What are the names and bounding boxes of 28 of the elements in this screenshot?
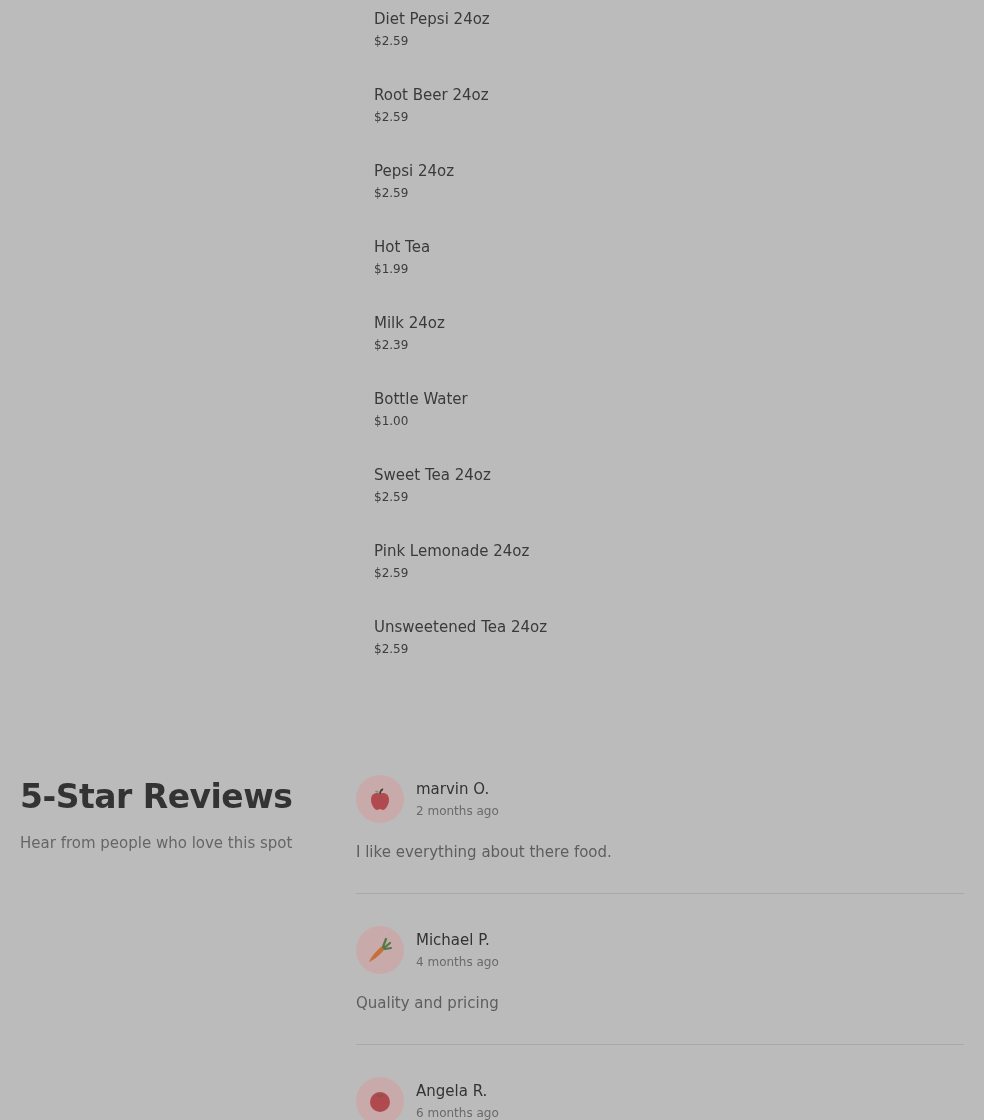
menu-item-name[interactable]: Sweet Tea 24oz bbox=[374, 466, 491, 484]
menu-item-price: $2.59 bbox=[374, 34, 409, 48]
reviewer-name: Angela R. bbox=[416, 1082, 488, 1100]
review-time: 4 months ago bbox=[416, 955, 499, 969]
menu-item-name[interactable]: Milk 24oz bbox=[374, 314, 445, 332]
review-time: 2 months ago bbox=[416, 804, 499, 818]
menu-item-name[interactable]: Pepsi 24oz bbox=[374, 162, 455, 180]
reviewer-name: marvin O. bbox=[416, 780, 490, 798]
menu-item-price: $2.39 bbox=[374, 338, 409, 352]
menu-item-price: $2.59 bbox=[374, 110, 409, 124]
review-text: Quality and pricing bbox=[356, 994, 499, 1012]
menu-item-name[interactable]: Root Beer 24oz bbox=[374, 86, 489, 104]
menu-item-price: $1.00 bbox=[374, 414, 409, 428]
menu-item-name[interactable]: Bottle Water bbox=[374, 390, 468, 408]
menu-item-name[interactable]: Diet Pepsi 24oz bbox=[374, 10, 490, 28]
review-text: I like everything about there food. bbox=[356, 843, 612, 861]
menu-item-price: $1.99 bbox=[374, 262, 409, 276]
menu-item-price: $2.59 bbox=[374, 490, 409, 504]
reviewer-name: Michael P. bbox=[416, 931, 490, 949]
menu-item-name[interactable]: Unsweetened Tea 24oz bbox=[374, 618, 548, 636]
menu-item-price: $2.59 bbox=[374, 642, 409, 656]
menu-item-price: $2.59 bbox=[374, 566, 409, 580]
section-subtitle: Hear from people who love this spot bbox=[20, 834, 293, 852]
menu-item-name[interactable]: Hot Tea bbox=[374, 238, 431, 256]
review-time: 6 months ago bbox=[416, 1106, 499, 1120]
menu-item-name[interactable]: Pink Lemonade 24oz bbox=[374, 542, 530, 560]
section-title: 5-Star Reviews bbox=[20, 777, 293, 816]
menu-item-price: $2.59 bbox=[374, 186, 409, 200]
